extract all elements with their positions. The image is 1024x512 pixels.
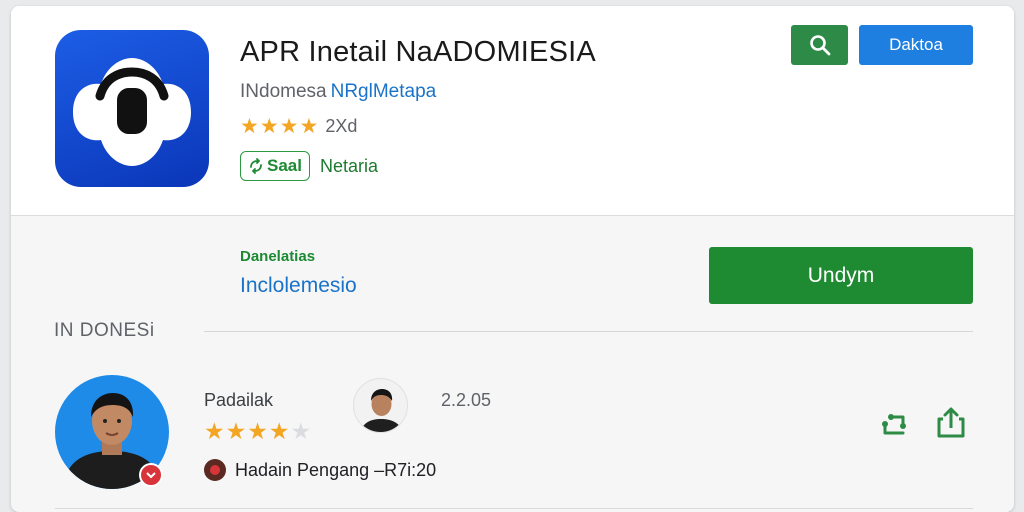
review-stars: ★★★★★ (204, 418, 312, 445)
section-divider (204, 331, 973, 332)
reply-author-avatar[interactable] (353, 378, 408, 433)
reply-row: Hadain Pengang –R7i:20 (204, 459, 436, 481)
upload-icon[interactable] (933, 404, 969, 440)
reply-text: Hadain Pengang –R7i:20 (235, 459, 437, 480)
reviewer-name: Padailak (204, 390, 274, 410)
primary-top-button[interactable]: Daktoa (859, 25, 973, 65)
rating-stars: ★★★★ (240, 115, 320, 138)
share-icon[interactable] (877, 406, 913, 442)
recycle-icon (250, 158, 262, 174)
app-header: APR Inetail NaADOMIESIA INdomesa NRglMeta… (11, 6, 1014, 216)
rating-count: 2Xd (325, 116, 358, 136)
details-label: Danelatias (240, 248, 316, 265)
developer-name: INdomesa (240, 81, 327, 102)
badge-label: Saal (267, 156, 302, 175)
install-button[interactable]: Undym (709, 247, 973, 304)
bottom-divider (55, 508, 973, 509)
app-detail-card: APR Inetail NaADOMIESIA INdomesa NRglMeta… (11, 6, 1014, 512)
review-stars-filled: ★★★★ (204, 418, 291, 444)
app-logo-icon (55, 30, 209, 187)
review-stars-empty: ★ (290, 418, 313, 444)
verified-badge-icon (139, 463, 163, 487)
badge-caption: Netaria (319, 155, 379, 176)
section-label: IN DONESi (54, 320, 155, 341)
app-title: APR Inetail NaADOMIESIA (240, 36, 596, 68)
app-rating: ★★★★ 2Xd (240, 114, 357, 139)
review-date: 2.2.05 (441, 390, 492, 410)
developer-link[interactable]: NRglMetapa (331, 81, 437, 102)
badge-row: Saal Netaria (240, 151, 378, 181)
details-value: Inclolemesio (240, 274, 357, 297)
search-icon (809, 35, 830, 56)
reply-avatar-icon (204, 459, 226, 481)
developer-line: INdomesa NRglMetapa (240, 81, 436, 103)
safety-badge[interactable]: Saal (240, 151, 310, 181)
search-button[interactable] (791, 25, 848, 65)
